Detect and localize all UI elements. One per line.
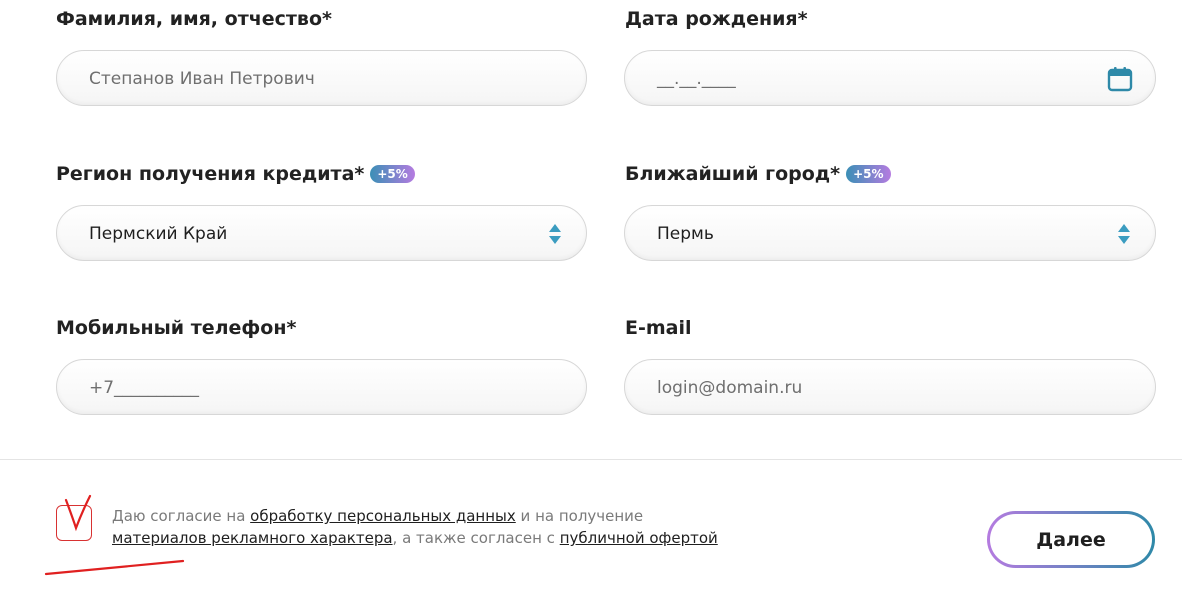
birth-date-label: Дата рождения* xyxy=(625,8,808,30)
region-label: Регион получения кредита* +5% xyxy=(56,163,415,185)
full-name-label: Фамилия, имя, отчество* xyxy=(56,8,332,30)
full-name-placeholder: Степанов Иван Петрович xyxy=(89,69,315,89)
public-offer-link[interactable]: публичной офертой xyxy=(560,529,718,547)
birth-date-input[interactable]: __.__.____ xyxy=(624,50,1156,106)
full-name-input[interactable]: Степанов Иван Петрович xyxy=(56,50,587,106)
phone-placeholder: +7__________ xyxy=(89,378,200,398)
select-arrows-icon xyxy=(549,224,561,244)
region-select[interactable]: Пермский Край xyxy=(56,205,587,261)
email-placeholder: login@domain.ru xyxy=(657,378,803,398)
city-bonus-badge: +5% xyxy=(846,165,891,183)
phone-input[interactable]: +7__________ xyxy=(56,359,587,415)
city-selected-value: Пермь xyxy=(657,224,714,244)
city-label: Ближайший город* +5% xyxy=(625,163,891,185)
next-button[interactable]: Далее xyxy=(987,511,1155,568)
email-input[interactable]: login@domain.ru xyxy=(624,359,1156,415)
section-divider xyxy=(0,459,1182,460)
advertising-materials-link[interactable]: материалов рекламного характера xyxy=(112,529,393,547)
select-arrows-icon xyxy=(1118,224,1130,244)
region-selected-value: Пермский Край xyxy=(89,224,228,244)
calendar-icon[interactable] xyxy=(1107,66,1133,92)
personal-data-link[interactable]: обработку персональных данных xyxy=(250,507,516,525)
email-label: E-mail xyxy=(625,317,692,339)
consent-text: Даю согласие на обработку персональных д… xyxy=(112,507,718,547)
city-select[interactable]: Пермь xyxy=(624,205,1156,261)
phone-label: Мобильный телефон* xyxy=(56,317,297,339)
birth-date-placeholder: __.__.____ xyxy=(657,69,736,89)
underline-annotation xyxy=(44,559,185,576)
region-bonus-badge: +5% xyxy=(370,165,415,183)
consent-checkbox[interactable] xyxy=(56,505,92,541)
